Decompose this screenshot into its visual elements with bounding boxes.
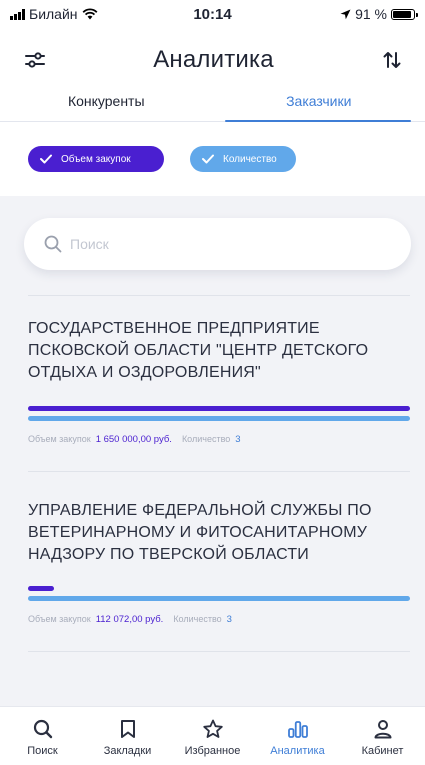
results-area: Поиск ГОСУДАРСТВЕННОЕ ПРЕДПРИЯТИЕ ПСКОВС… — [0, 196, 425, 706]
volume-bar — [28, 586, 54, 591]
sort-arrows-icon — [383, 52, 401, 68]
volume-value: 112 072,00 руб. — [95, 614, 164, 625]
result-card[interactable]: УПРАВЛЕНИЕ ФЕДЕРАЛЬНОЙ СЛУЖБЫ ПО ВЕТЕРИН… — [28, 500, 412, 640]
divider — [28, 651, 410, 652]
count-label: Количество — [181, 434, 231, 444]
sort-button[interactable] — [379, 47, 405, 73]
page-title: Аналитика — [153, 46, 274, 73]
wifi-icon — [82, 8, 97, 20]
filter-button[interactable] — [22, 47, 48, 73]
filter-chip-label: Количество — [223, 153, 277, 165]
tab-competitors[interactable]: Конкуренты — [0, 90, 213, 121]
search-icon — [33, 719, 52, 739]
nav-label: Закладки — [103, 745, 152, 757]
count-value: 3 — [235, 434, 241, 445]
result-title: ГОСУДАРСТВЕННОЕ ПРЕДПРИЯТИЕ ПСКОВСКОЙ ОБ… — [28, 320, 369, 381]
result-meta: Объем закупок 112 072,00 руб. Количество… — [28, 614, 232, 625]
analytics-icon — [287, 721, 308, 738]
status-left: Билайн — [10, 6, 340, 22]
battery-percent: 91 % — [355, 6, 387, 22]
location-arrow-icon — [340, 9, 351, 19]
divider — [28, 295, 410, 296]
status-bar: Билайн 10:14 91 % — [0, 0, 425, 28]
search-icon — [44, 235, 62, 253]
search-input[interactable]: Поиск — [24, 218, 411, 270]
signal-icon — [10, 8, 25, 20]
nav-label: Избранное — [184, 745, 241, 757]
volume-value: 1 650 000,00 руб. — [95, 434, 172, 445]
nav-label: Поиск — [27, 745, 58, 757]
nav-search[interactable]: Поиск — [0, 707, 85, 765]
status-right: 91 % — [340, 6, 418, 22]
count-value: 3 — [226, 614, 232, 625]
filter-chip-label: Объем закупок — [61, 153, 131, 165]
search-placeholder: Поиск — [70, 236, 109, 252]
nav-cabinet[interactable]: Кабинет — [340, 707, 425, 765]
tab-customers[interactable]: Заказчики — [213, 90, 425, 122]
battery-fill — [393, 10, 412, 18]
result-card[interactable]: ГОСУДАРСТВЕННОЕ ПРЕДПРИЯТИЕ ПСКОВСКОЙ ОБ… — [28, 318, 412, 458]
sliders-icon — [25, 52, 45, 68]
nav-label: Кабинет — [361, 745, 404, 757]
count-label: Количество — [173, 614, 222, 624]
tab-bar: Конкуренты Заказчики — [0, 90, 425, 122]
divider — [28, 471, 410, 472]
star-icon — [202, 719, 223, 738]
filter-chip-volume[interactable]: Объем закупок — [28, 146, 164, 172]
volume-label: Объем закупок — [28, 434, 91, 444]
battery-icon — [391, 8, 418, 20]
nav-label: Аналитика — [270, 745, 325, 757]
count-bar — [28, 596, 410, 601]
filter-chip-count[interactable]: Количество — [190, 146, 296, 172]
check-icon — [202, 154, 214, 164]
nav-bookmarks[interactable]: Закладки — [85, 707, 170, 765]
count-bar — [28, 416, 410, 421]
app-header: Аналитика — [0, 38, 425, 82]
result-meta: Объем закупок 1 650 000,00 руб. Количест… — [28, 434, 241, 445]
nav-analytics[interactable]: Аналитика — [255, 707, 340, 765]
result-title: УПРАВЛЕНИЕ ФЕДЕРАЛЬНОЙ СЛУЖБЫ ПО ВЕТЕРИН… — [28, 502, 372, 563]
user-icon — [374, 720, 391, 739]
filter-chips: Объем закупок Количество — [28, 146, 296, 172]
nav-favorites[interactable]: Избранное — [170, 707, 255, 765]
bookmark-icon — [120, 720, 135, 738]
volume-bar — [28, 406, 410, 411]
volume-label: Объем закупок — [28, 614, 91, 624]
bottom-nav: Поиск Закладки Избранное Аналитика Кабин… — [0, 706, 425, 765]
carrier-name: Билайн — [29, 6, 78, 22]
check-icon — [40, 154, 52, 164]
